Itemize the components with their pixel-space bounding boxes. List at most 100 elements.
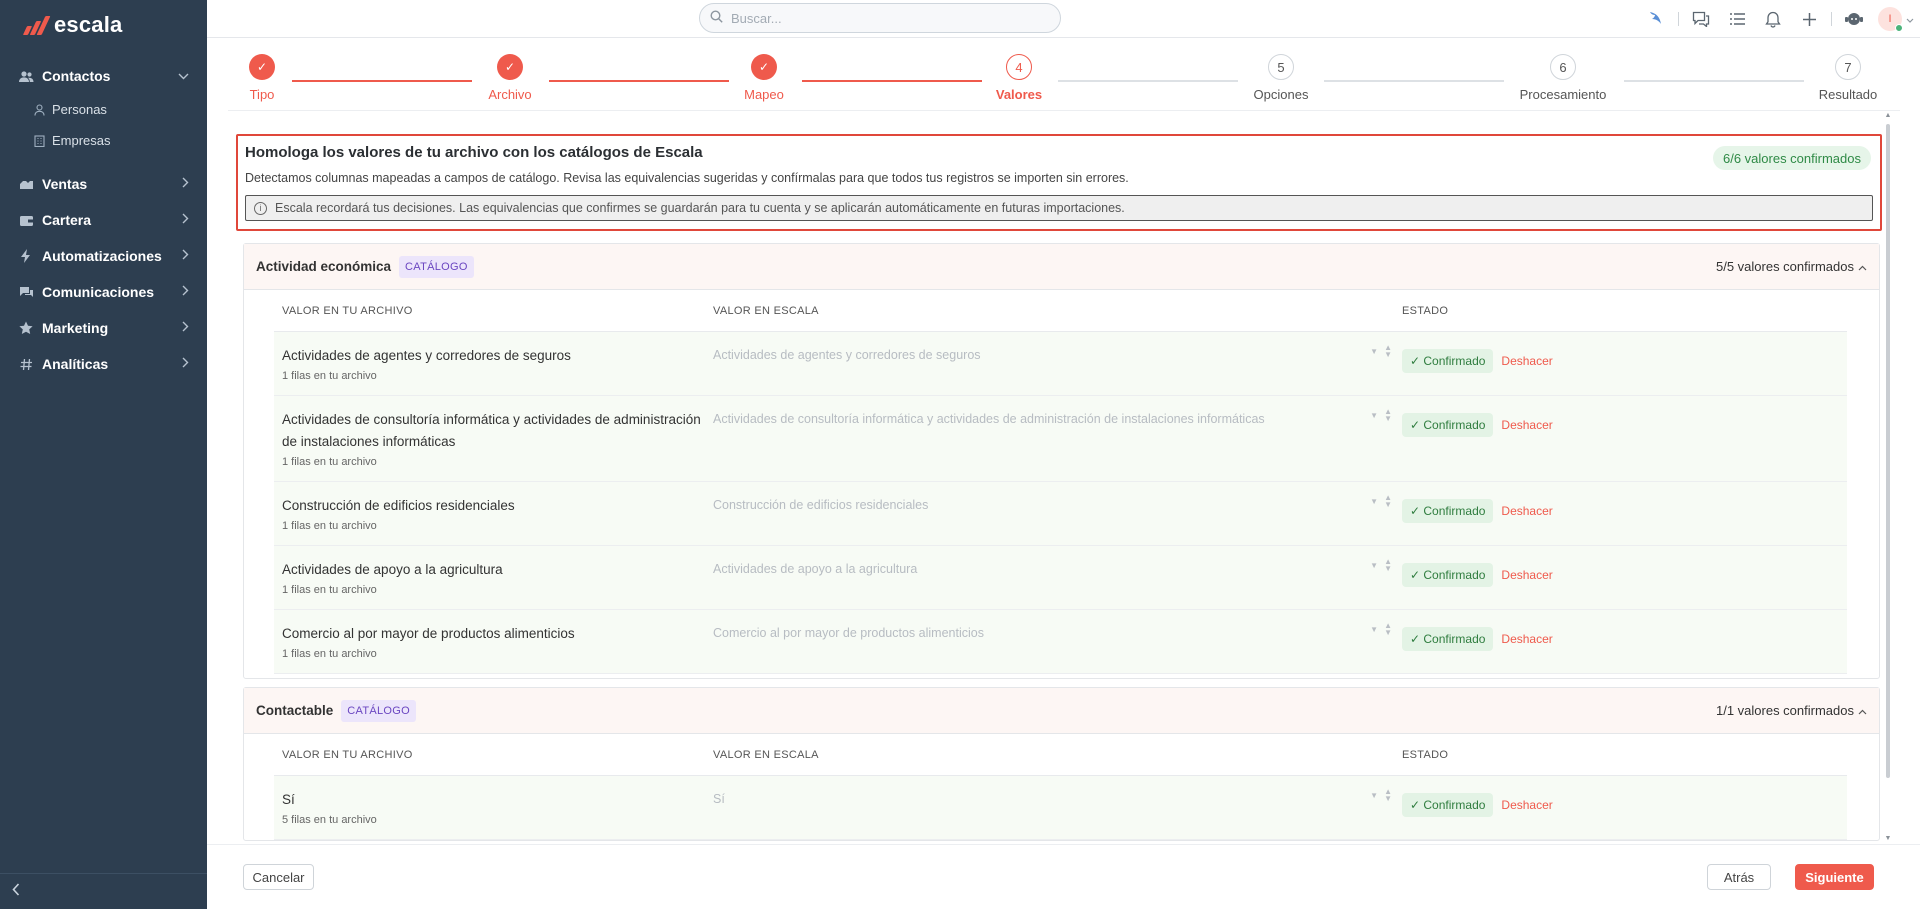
undo-link[interactable]: Deshacer: [1501, 499, 1552, 523]
undo-link[interactable]: Deshacer: [1501, 413, 1552, 437]
column-header: ESTADO: [1402, 748, 1449, 761]
sidebar-subitem-label: Empresas: [52, 133, 111, 148]
values-mapping-panel: Homologa los valores de tu archivo con l…: [236, 134, 1884, 842]
table-row: Construcción de edificios residenciales 1…: [274, 482, 1847, 546]
select-value: Actividades de apoyo a la agricultura: [713, 562, 918, 576]
intro-card: Homologa los valores de tu archivo con l…: [236, 134, 1882, 231]
stepper-connector: [292, 80, 472, 82]
scroll-up-icon[interactable]: ▲: [1884, 112, 1892, 119]
chevron-right-icon: [182, 357, 189, 371]
step-number: 6: [1550, 54, 1576, 80]
undo-link[interactable]: Deshacer: [1501, 349, 1552, 373]
info-icon: i: [254, 201, 267, 215]
sidebar-item-automatizaciones[interactable]: Automatizaciones: [0, 238, 207, 274]
bell-icon[interactable]: [1755, 0, 1791, 38]
catalog-section-actividad-economica: Actividad económica CATÁLOGO 5/5 valores…: [243, 243, 1880, 679]
step-valores[interactable]: 4 Valores: [969, 54, 1069, 102]
escala-value-select[interactable]: Actividades de agentes y corredores de s…: [713, 332, 1402, 395]
chevron-up-icon[interactable]: [1858, 259, 1867, 274]
catalog-tag: CATÁLOGO: [399, 255, 474, 278]
building-icon: [32, 134, 46, 148]
sidebar-item-ventas[interactable]: Ventas: [0, 166, 207, 202]
stepper-connector: [802, 80, 982, 82]
step-procesamiento[interactable]: 6 Procesamiento: [1513, 54, 1613, 102]
undo-link[interactable]: Deshacer: [1501, 627, 1552, 651]
assistant-icon[interactable]: [1638, 0, 1674, 38]
topbar: I: [207, 0, 1920, 38]
sidebar-item-contactos[interactable]: Contactos: [0, 58, 207, 94]
select-value: Comercio al por mayor de productos alime…: [713, 626, 984, 640]
chevron-right-icon: [182, 249, 189, 263]
escala-value-select[interactable]: Actividades de apoyo a la agricultura ▼ ▲ ▼: [713, 546, 1402, 609]
escala-value-select[interactable]: Sí ▼ ▲ ▼: [713, 776, 1402, 839]
check-icon: ✓: [249, 54, 275, 80]
sidebar-item-comunicaciones[interactable]: Comunicaciones: [0, 274, 207, 310]
select-arrows-icon: ▼ ▲ ▼: [1370, 557, 1392, 573]
sidebar-item-analiticas[interactable]: Analíticas: [0, 346, 207, 382]
cancel-button[interactable]: Cancelar: [243, 864, 314, 890]
step-mapeo[interactable]: ✓ Mapeo: [714, 54, 814, 102]
bolt-icon: [18, 248, 34, 264]
scroll-down-icon[interactable]: ▼: [1884, 835, 1892, 842]
scrollbar-thumb[interactable]: [1886, 124, 1890, 778]
sidebar-item-label: Contactos: [42, 68, 111, 84]
stepper-connector: [1058, 80, 1238, 82]
step-number: 5: [1268, 54, 1294, 80]
step-opciones[interactable]: 5 Opciones: [1231, 54, 1331, 102]
info-note: i Escala recordará tus decisiones. Las e…: [245, 195, 1873, 221]
row-count: 1 filas en tu archivo: [282, 520, 377, 532]
sidebar-subitem-label: Personas: [52, 102, 107, 117]
plus-icon[interactable]: [1791, 0, 1827, 38]
escala-value-select[interactable]: Construcción de edificios residenciales ▼…: [713, 482, 1402, 545]
star-icon: [18, 320, 34, 336]
online-status-indicator: [1895, 24, 1903, 32]
escala-logo[interactable]: escala: [22, 12, 123, 38]
sidebar-item-label: Cartera: [42, 212, 92, 228]
escala-value-select[interactable]: Comercio al por mayor de productos alime…: [713, 610, 1402, 673]
sidebar-nav: Contactos Personas Empresas Ventas Carte…: [0, 58, 207, 382]
sidebar-item-marketing[interactable]: Marketing: [0, 310, 207, 346]
column-header: VALOR EN TU ARCHIVO: [282, 748, 413, 761]
table-row: Actividades de agentes y corredores de s…: [274, 332, 1847, 396]
column-header: ESTADO: [1402, 304, 1449, 317]
step-tipo[interactable]: ✓ Tipo: [212, 54, 312, 102]
step-label: Archivo: [488, 87, 532, 102]
step-archivo[interactable]: ✓ Archivo: [460, 54, 560, 102]
undo-link[interactable]: Deshacer: [1501, 793, 1552, 817]
sidebar-subitem-empresas[interactable]: Empresas: [0, 125, 207, 156]
list-icon[interactable]: [1719, 0, 1755, 38]
search-bar[interactable]: [699, 3, 1061, 33]
user-menu[interactable]: I: [1872, 0, 1920, 38]
chevron-left-icon: [12, 882, 20, 901]
confirmed-count-badge: 6/6 valores confirmados: [1712, 146, 1871, 170]
sidebar: escala Contactos Personas Empresas Venta…: [0, 0, 207, 909]
section-header[interactable]: Contactable CATÁLOGO 1/1 valores confirm…: [244, 688, 1879, 734]
sidebar-item-cartera[interactable]: Cartera: [0, 202, 207, 238]
undo-link[interactable]: Deshacer: [1501, 563, 1552, 587]
sidebar-subitem-personas[interactable]: Personas: [0, 94, 207, 125]
search-input[interactable]: [731, 10, 1031, 26]
chevron-up-icon[interactable]: [1858, 703, 1867, 718]
chat-icon: [18, 284, 34, 300]
step-label: Valores: [995, 87, 1043, 102]
section-count: 1/1 valores confirmados: [1716, 703, 1867, 718]
support-icon[interactable]: [1836, 0, 1872, 38]
avatar: I: [1878, 7, 1903, 32]
escala-value-select[interactable]: Actividades de consultoría informática y…: [713, 396, 1402, 481]
step-resultado[interactable]: 7 Resultado: [1798, 54, 1898, 102]
section-title: Actividad económica: [256, 259, 392, 274]
section-header[interactable]: Actividad económica CATÁLOGO 5/5 valores…: [244, 244, 1879, 290]
check-icon: ✓: [497, 54, 523, 80]
select-value: Actividades de agentes y corredores de s…: [713, 348, 981, 362]
status-badge: ✓ Confirmado: [1402, 563, 1494, 587]
sidebar-item-label: Analíticas: [42, 356, 109, 372]
back-button[interactable]: Atrás: [1707, 864, 1771, 890]
chevron-right-icon: [182, 285, 189, 299]
messages-icon[interactable]: [1683, 0, 1719, 38]
catalog-tag: CATÁLOGO: [341, 699, 416, 722]
file-value: Actividades de apoyo a la agricultura: [282, 562, 503, 577]
next-button[interactable]: Siguiente: [1795, 864, 1874, 890]
sidebar-collapse-button[interactable]: [0, 873, 207, 909]
status-badge: ✓ Confirmado: [1402, 499, 1494, 523]
content-scrollbar[interactable]: ▲ ▼: [1884, 112, 1892, 842]
